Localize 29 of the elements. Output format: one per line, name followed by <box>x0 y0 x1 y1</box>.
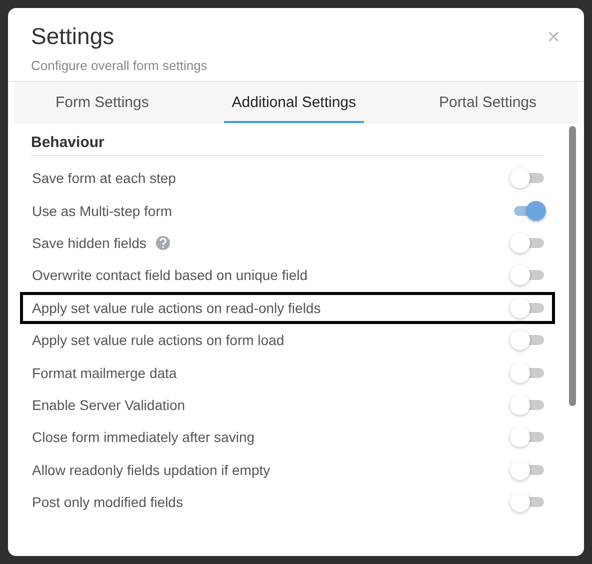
tab[interactable]: Additional Settings <box>224 83 364 123</box>
toggle-switch[interactable] <box>510 329 546 352</box>
toggle-switch[interactable] <box>510 264 546 286</box>
section-heading: Behaviour <box>31 134 544 156</box>
setting-label: Close form immediately after saving <box>32 429 255 446</box>
toggle-switch[interactable] <box>510 394 546 416</box>
setting-label: Save hidden fields <box>32 234 146 251</box>
tab[interactable]: Form Settings <box>47 83 157 123</box>
toggle-switch[interactable] <box>510 458 546 481</box>
setting-label: Save form at each step <box>32 170 176 186</box>
dialog-title: Settings <box>31 22 114 50</box>
toggle-switch[interactable] <box>510 296 546 319</box>
setting-label: Enable Server Validation <box>32 396 186 413</box>
scrollbar-thumb[interactable] <box>569 126 576 406</box>
tab[interactable]: Portal Settings <box>430 83 545 123</box>
setting-label: Apply set value rule actions on read-only fields <box>32 300 321 316</box>
setting-label: Post only modified fields <box>32 494 183 510</box>
toggle-switch[interactable] <box>510 362 546 384</box>
setting-label: Apply set value rule actions on form load <box>32 332 284 348</box>
toggle-switch[interactable] <box>510 491 546 514</box>
toggle-switch[interactable] <box>510 426 546 448</box>
dialog-subtitle: Configure overall form settings <box>31 58 208 74</box>
setting-label: Allow readonly fields updation if empty <box>32 462 270 478</box>
setting-label: Overwrite contact field based on unique field <box>32 267 308 284</box>
help-icon[interactable] <box>156 236 170 250</box>
toggle-switch[interactable] <box>510 232 546 254</box>
setting-label: Format mailmerge data <box>32 364 177 381</box>
toggle-switch[interactable] <box>510 167 546 190</box>
setting-label: Use as Multi-step form <box>32 202 172 219</box>
